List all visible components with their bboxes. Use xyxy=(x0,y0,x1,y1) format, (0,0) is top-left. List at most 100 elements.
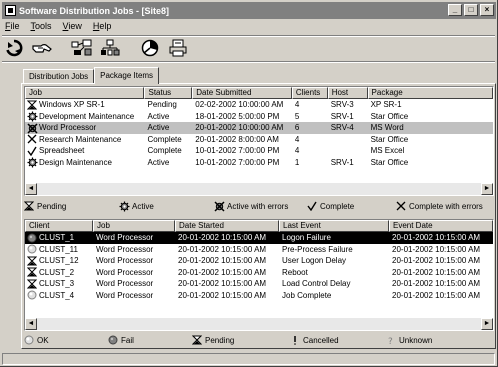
job-status-cell: Pending xyxy=(147,100,177,109)
complete-errors-status-icon xyxy=(27,134,37,144)
scroll-left-button[interactable]: ◄ xyxy=(25,318,37,330)
col-clients[interactable]: Clients xyxy=(291,87,328,99)
scroll-left-button[interactable]: ◄ xyxy=(25,183,37,195)
clients-hscroll[interactable]: ◄ ► xyxy=(25,318,493,330)
scroll-right-button[interactable]: ► xyxy=(481,183,493,195)
menu-help[interactable]: Help xyxy=(92,21,113,34)
client-event-date-cell: 20-01-2002 10:15:00 AM xyxy=(392,279,481,288)
network-icon[interactable] xyxy=(71,38,93,58)
col-last-event[interactable]: Last Event xyxy=(279,220,389,232)
client-event-cell: Job Complete xyxy=(282,290,332,300)
maximize-button[interactable]: □ xyxy=(464,4,478,16)
job-package-cell: Star Office xyxy=(370,134,409,144)
pie-chart-icon[interactable] xyxy=(139,38,161,58)
pending-status-icon xyxy=(26,279,38,289)
clients-rows: CLUST_1 Word Processor 20-01-2002 10:15:00… xyxy=(25,232,493,301)
job-host-cell: SRV-3 xyxy=(330,100,354,109)
client-name: CLUST_2 xyxy=(39,267,75,277)
job-package-cell: Star Office xyxy=(370,111,409,121)
print-icon[interactable] xyxy=(167,38,189,58)
pending-icon xyxy=(23,201,35,211)
col-date-started[interactable]: Date Started xyxy=(175,220,279,232)
tab-package-items[interactable]: Package Items xyxy=(94,67,160,84)
client-row[interactable]: CLUST_12 Word Processor 20-01-2002 10:15:0… xyxy=(25,255,493,267)
client-event-cell: User Logon Delay xyxy=(282,256,347,265)
job-status-cell: Complete xyxy=(147,146,182,155)
col-host[interactable]: Host xyxy=(327,87,368,99)
ok-icon xyxy=(24,335,34,345)
client-event-date-cell: 20-01-2002 10:15:00 AM xyxy=(392,233,481,242)
job-clients-cell: 1 xyxy=(294,157,300,167)
job-row[interactable]: Windows XP SR-1 Pending 02-02-2002 10:00:0… xyxy=(25,99,493,111)
menu-view[interactable]: View xyxy=(62,21,83,34)
client-event-cell: Reboot xyxy=(282,267,308,277)
job-host-cell xyxy=(328,134,368,146)
window-title: Software Distribution Jobs - [Site8] xyxy=(19,5,170,16)
hand-icon[interactable] xyxy=(31,38,53,58)
legend-label: Fail xyxy=(121,335,134,345)
col-package[interactable]: Package xyxy=(367,87,493,99)
client-row[interactable]: CLUST_3 Word Processor 20-01-2002 10:15:00… xyxy=(25,278,493,290)
job-name: Word Processor xyxy=(39,123,97,133)
tab-distribution-jobs[interactable]: Distribution Jobs xyxy=(23,69,95,84)
job-row[interactable]: Word Processor Active 20-01-2002 10:00:00 … xyxy=(25,122,493,134)
job-name: Research Maintenance xyxy=(39,134,122,144)
job-clients-cell: 4 xyxy=(294,100,300,109)
job-row[interactable]: Research Maintenance Complete 20-01-2002 8… xyxy=(25,134,493,146)
job-row[interactable]: Development Maintenance Active 18-01-2002 … xyxy=(25,111,493,123)
job-name: Spreadsheet xyxy=(39,146,85,156)
legend-label: Active xyxy=(132,201,154,211)
legend-active: Active xyxy=(119,201,154,212)
legend-pending: Pending xyxy=(191,335,234,345)
client-event-cell: Pre-Process Failure xyxy=(282,244,353,254)
ok-status-icon xyxy=(27,244,37,254)
client-started-cell: 20-01-2002 10:15:00 AM xyxy=(178,256,267,265)
job-clients-cell: 4 xyxy=(294,146,300,155)
col-event-date[interactable]: Event Date xyxy=(389,220,493,232)
legend-label: Cancelled xyxy=(303,335,339,345)
job-status-cell: Active xyxy=(147,111,170,121)
job-host-cell xyxy=(328,145,368,157)
legend-unknown: ? Unknown xyxy=(386,335,433,348)
job-row[interactable]: Design Maintenance Active 10-01-2002 7:00:… xyxy=(25,157,493,169)
col-job[interactable]: Job xyxy=(93,220,175,232)
job-date-cell: 20-01-2002 10:00:00 AM xyxy=(195,123,284,132)
menu-file[interactable]: File xyxy=(4,21,21,34)
app-icon xyxy=(5,5,16,16)
active-status-icon xyxy=(27,157,38,168)
legend-fail: Fail xyxy=(108,335,134,345)
client-row[interactable]: CLUST_1 Word Processor 20-01-2002 10:15:00… xyxy=(25,232,493,244)
legend-label: Complete with errors xyxy=(409,201,483,211)
scroll-right-button[interactable]: ► xyxy=(481,318,493,330)
col-client[interactable]: Client xyxy=(25,220,93,232)
jobs-list[interactable]: Job Status Date Submitted Clients Host P… xyxy=(24,86,494,196)
legend-label: Unknown xyxy=(399,335,433,345)
job-date-cell: 10-01-2002 7:00:00 PM xyxy=(195,146,280,155)
jobs-header: Job Status Date Submitted Clients Host P… xyxy=(25,87,493,99)
jobs-hscroll[interactable]: ◄ ► xyxy=(25,183,493,195)
close-button[interactable]: × xyxy=(480,4,494,16)
client-row[interactable]: CLUST_4 Word Processor 20-01-2002 10:15:00… xyxy=(25,290,493,302)
col-job[interactable]: Job xyxy=(25,87,145,99)
legend-label: OK xyxy=(37,335,49,345)
title-bar[interactable]: Software Distribution Jobs - [Site8] _ □… xyxy=(2,2,496,19)
job-date-cell: 02-02-2002 10:00:00 AM xyxy=(195,100,284,109)
toolbar xyxy=(3,37,189,59)
col-status[interactable]: Status xyxy=(144,87,193,99)
active-errors-status-icon xyxy=(27,123,38,134)
job-clients-cell: 5 xyxy=(294,111,300,121)
minimize-button[interactable]: _ xyxy=(448,4,462,16)
client-row[interactable]: CLUST_2 Word Processor 20-01-2002 10:15:00… xyxy=(25,267,493,279)
menu-tools[interactable]: Tools xyxy=(30,21,53,34)
refresh-icon[interactable] xyxy=(3,38,25,58)
tree-icon[interactable] xyxy=(99,38,121,58)
client-started-cell: 20-01-2002 10:15:00 AM xyxy=(178,279,267,288)
job-row[interactable]: Spreadsheet Complete 10-01-2002 7:00:00 PM… xyxy=(25,145,493,157)
client-name: CLUST_12 xyxy=(39,256,79,266)
client-started-cell: 20-01-2002 10:15:00 AM xyxy=(178,244,267,254)
clients-list[interactable]: Client Job Date Started Last Event Event… xyxy=(24,219,494,331)
col-date-submitted[interactable]: Date Submitted xyxy=(192,87,292,99)
job-date-cell: 18-01-2002 5:00:00 PM xyxy=(195,111,280,121)
legend-active-errors: Active with errors xyxy=(214,201,288,212)
client-row[interactable]: CLUST_11 Word Processor 20-01-2002 10:15:0… xyxy=(25,244,493,256)
